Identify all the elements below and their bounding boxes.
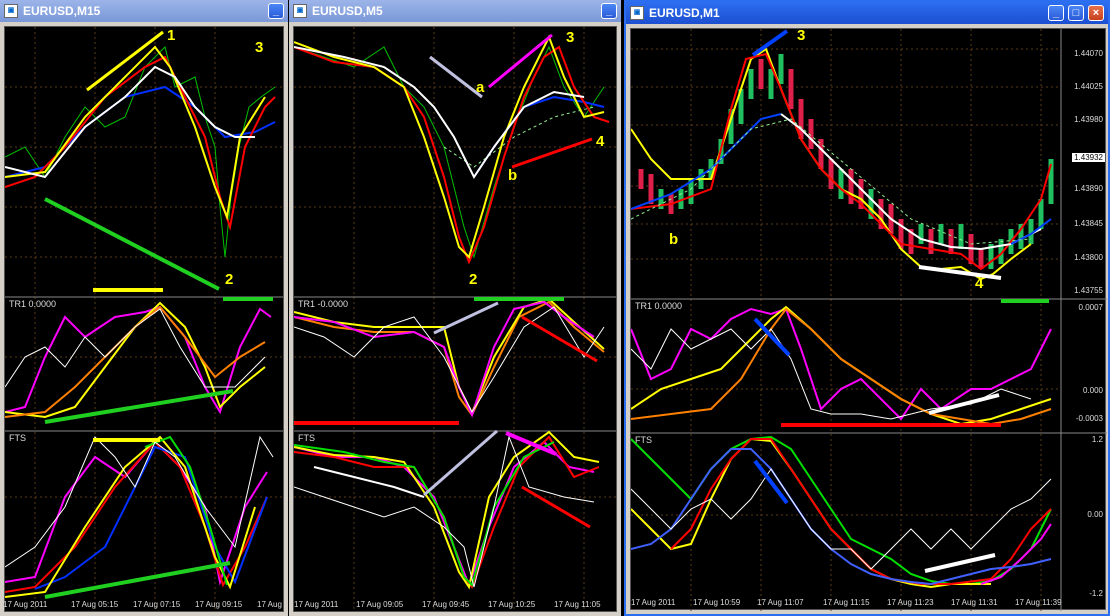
chart-icon: ▣ [4, 4, 18, 18]
window-title: EURUSD,M5 [312, 4, 383, 18]
chart-icon: ▣ [630, 6, 644, 20]
window-title: EURUSD,M1 [649, 6, 720, 20]
minimize-button[interactable]: _ [1048, 5, 1064, 21]
annotation-3: 3 [797, 27, 806, 44]
chart-window-m1: ▣ EURUSD,M1 _ □ × 3 b 4 1.44070 1.44025 … [624, 0, 1110, 616]
tr1-axis-label: 0.0007 [1078, 303, 1103, 312]
x-label: 17 Aug 11:39 [1015, 598, 1062, 607]
window-titlebar[interactable]: ▣ EURUSD,M5 _ [289, 0, 621, 22]
annotation-2: 2 [469, 271, 478, 288]
x-label: 17 Aug [257, 600, 282, 609]
fts-label: FTS [298, 433, 315, 443]
x-label: 17 Aug 10:59 [693, 598, 741, 607]
annotation-3: 3 [566, 29, 575, 46]
window-title: EURUSD,M15 [23, 4, 101, 18]
minimize-button[interactable]: _ [601, 3, 617, 19]
price-chart[interactable]: 1 3 2 TR1 0.0000 FTS 17 Aug 2011 17 Aug … [3, 26, 284, 612]
close-button[interactable]: × [1088, 5, 1104, 21]
fts-label: FTS [635, 435, 652, 445]
chart-window-m5: ▣ EURUSD,M5 _ 3 a 4 b 2 TR1 -0.0000 FTS … [289, 0, 621, 616]
candles [638, 54, 1054, 269]
x-label: 17 Aug 07:15 [133, 600, 181, 609]
tr1-label: TR1 0.0000 [635, 301, 683, 311]
price-axis-label: 1.44025 [1074, 82, 1103, 91]
x-label: 17 Aug 09:05 [356, 600, 404, 609]
annotation-4: 4 [975, 275, 984, 292]
x-label: 17 Aug 2011 [3, 600, 48, 609]
annotation-3: 3 [255, 39, 264, 56]
x-label: 17 Aug 2011 [294, 600, 339, 609]
x-label: 17 Aug 11:05 [554, 600, 601, 609]
price-axis-label: 1.43800 [1074, 253, 1103, 262]
x-label: 17 Aug 2011 [631, 598, 676, 607]
window-titlebar[interactable]: ▣ EURUSD,M1 _ □ × [626, 2, 1108, 24]
tr1-axis-label: 0.000 [1082, 386, 1103, 395]
trend-line-2 [44, 197, 220, 291]
tr1-label: TR1 0.0000 [9, 299, 57, 309]
current-price-label: 1.43932 [1072, 153, 1105, 162]
x-label: 17 Aug 09:15 [195, 600, 243, 609]
x-label: 17 Aug 10:25 [488, 600, 536, 609]
chart-window-m15: ▣ EURUSD,M15 _ 1 3 2 TR1 0.0000 FTS 17 A… [0, 0, 288, 616]
annotation-a: a [476, 79, 485, 96]
tr1-axis-label: -0.0003 [1075, 414, 1103, 423]
fts-axis-label: 0.00 [1087, 510, 1103, 519]
price-axis-label: 1.43890 [1074, 184, 1103, 193]
x-label: 17 Aug 09:45 [422, 600, 470, 609]
annotation-2: 2 [225, 271, 234, 288]
price-axis-label: 1.43980 [1074, 115, 1103, 124]
price-chart[interactable]: 3 a 4 b 2 TR1 -0.0000 FTS 17 Aug 2011 17… [293, 26, 617, 612]
price-axis-label: 1.43755 [1074, 286, 1103, 295]
minimize-button[interactable]: _ [268, 3, 284, 19]
x-label: 17 Aug 11:31 [951, 598, 998, 607]
annotation-b: b [669, 231, 679, 248]
maximize-button[interactable]: □ [1068, 5, 1084, 21]
fts-axis-label: -1.2 [1089, 589, 1103, 598]
window-titlebar[interactable]: ▣ EURUSD,M15 _ [0, 0, 288, 22]
price-chart[interactable]: 3 b 4 1.44070 1.44025 1.43980 1.43932 1.… [630, 27, 1107, 611]
price-axis-label: 1.44070 [1074, 49, 1103, 58]
tr1-label: TR1 -0.0000 [298, 299, 349, 309]
price-axis-label: 1.43845 [1074, 219, 1103, 228]
fts-axis-label: 1.2 [1091, 435, 1103, 444]
x-label: 17 Aug 11:15 [823, 598, 870, 607]
annotation-1: 1 [167, 27, 176, 44]
chart-icon: ▣ [293, 4, 307, 18]
x-label: 17 Aug 11:23 [887, 598, 934, 607]
annotation-b: b [508, 167, 518, 184]
x-label: 17 Aug 11:07 [757, 598, 804, 607]
fts-label: FTS [9, 433, 26, 443]
x-label: 17 Aug 05:15 [71, 600, 119, 609]
annotation-4: 4 [596, 133, 605, 150]
